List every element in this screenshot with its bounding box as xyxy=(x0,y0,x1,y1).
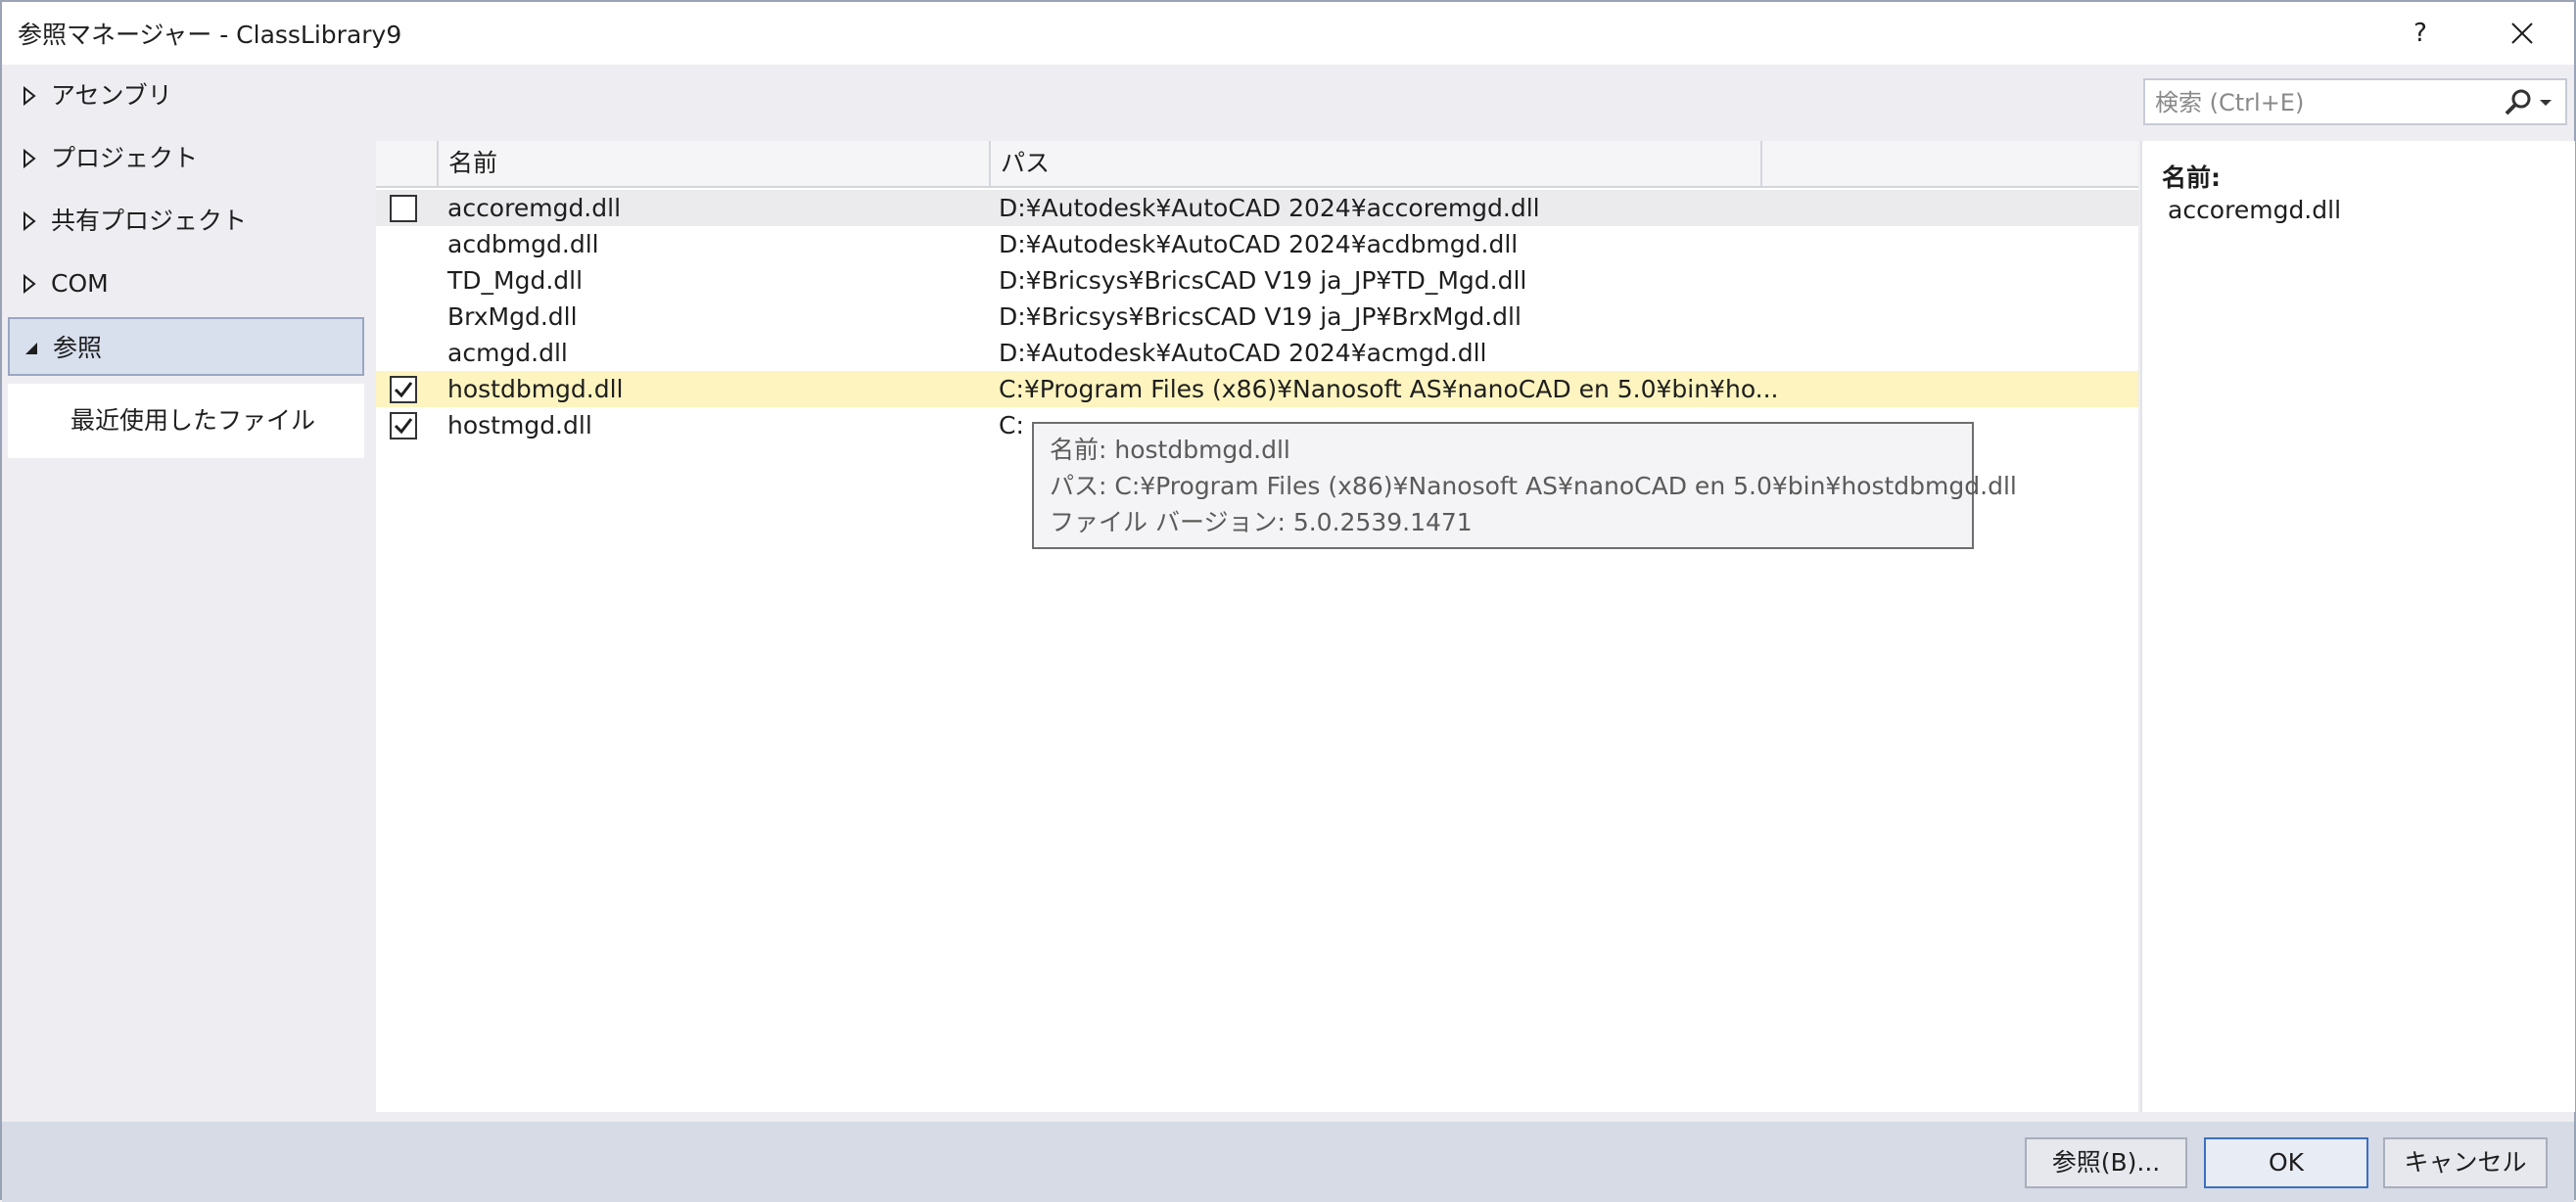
table-row[interactable]: acdbmgd.dll D:¥Autodesk¥AutoCAD 2024¥acd… xyxy=(376,226,2138,262)
row-path: D:¥Autodesk¥AutoCAD 2024¥acmgd.dll xyxy=(999,339,1487,367)
search-input[interactable] xyxy=(2155,86,2478,119)
ok-button[interactable]: OK xyxy=(2204,1137,2368,1188)
expand-triangle-icon xyxy=(23,86,36,106)
nav-item-assemblies[interactable]: アセンブリ xyxy=(8,67,364,125)
nav-item-com[interactable]: COM xyxy=(8,254,364,313)
browse-button[interactable]: 参照(B)... xyxy=(2025,1137,2187,1188)
nav-item-shared-projects[interactable]: 共有プロジェクト xyxy=(8,192,364,251)
chevron-down-icon[interactable] xyxy=(2539,98,2553,108)
close-button[interactable] xyxy=(2493,10,2552,57)
table-row[interactable]: accoremgd.dll D:¥Autodesk¥AutoCAD 2024¥a… xyxy=(376,190,2138,226)
search-box[interactable] xyxy=(2143,78,2567,125)
window-title: 参照マネージャー - ClassLibrary9 xyxy=(18,21,402,49)
column-header-path[interactable]: パス xyxy=(991,141,1762,186)
row-tooltip: 名前: hostdbmgd.dll パス: C:¥Program Files (… xyxy=(1032,422,2017,549)
checkbox-checked-icon[interactable] xyxy=(390,376,417,403)
table-row[interactable]: hostdbmgd.dll C:¥Program Files (x86)¥Nan… xyxy=(376,371,2138,407)
expand-triangle-icon xyxy=(23,211,36,231)
tooltip-name: 名前: hostdbmgd.dll xyxy=(1050,436,1290,464)
category-nav: アセンブリ プロジェクト 共有プロジェクト COM 参照 最近使用したファイル xyxy=(2,65,368,1122)
nav-item-label: 共有プロジェクト xyxy=(51,207,248,235)
expand-triangle-icon xyxy=(23,274,36,294)
details-pane: 名前: accoremgd.dll xyxy=(2140,141,2575,1112)
details-name-value: accoremgd.dll xyxy=(2168,196,2342,224)
close-icon xyxy=(2511,23,2533,44)
nav-item-label: COM xyxy=(51,269,109,298)
list-header: 名前 パス xyxy=(376,141,2138,188)
row-path: D:¥Bricsys¥BricsCAD V19 ja_JP¥BrxMgd.dll xyxy=(999,302,1522,331)
tooltip-version: ファイル バージョン: 5.0.2539.1471 xyxy=(1050,508,1473,536)
checkbox-unchecked-icon[interactable] xyxy=(390,195,417,222)
help-button[interactable]: ? xyxy=(2391,10,2450,57)
nav-item-recent-files[interactable]: 最近使用したファイル xyxy=(8,384,364,458)
table-row[interactable]: BrxMgd.dll D:¥Bricsys¥BricsCAD V19 ja_JP… xyxy=(376,299,2138,335)
row-name: acmgd.dll xyxy=(447,339,568,367)
nav-item-label: プロジェクト xyxy=(51,144,199,172)
reference-list: 名前 パス accoremgd.dll D:¥Autodesk¥AutoCAD … xyxy=(376,141,2138,1112)
search-icon[interactable] xyxy=(2504,88,2533,117)
checkbox-checked-icon[interactable] xyxy=(390,412,417,439)
row-name: accoremgd.dll xyxy=(447,194,622,222)
row-path: D:¥Autodesk¥AutoCAD 2024¥acdbmgd.dll xyxy=(999,230,1519,258)
row-name: hostmgd.dll xyxy=(447,411,592,439)
nav-item-browse[interactable]: 参照 xyxy=(8,317,364,376)
row-name: TD_Mgd.dll xyxy=(447,266,584,295)
reference-manager-dialog: 参照マネージャー - ClassLibrary9 ? アセンブリ プロジェクト … xyxy=(0,0,2576,1202)
row-path: D:¥Autodesk¥AutoCAD 2024¥accoremgd.dll xyxy=(999,194,1540,222)
details-name-label: 名前: xyxy=(2162,163,2221,192)
nav-item-label: 参照 xyxy=(53,334,103,362)
row-name: acdbmgd.dll xyxy=(447,230,599,258)
title-bar: 参照マネージャー - ClassLibrary9 ? xyxy=(2,2,2574,65)
row-path: C:¥Program Files (x86)¥Nanosoft AS¥nanoC… xyxy=(999,375,1779,403)
table-row[interactable]: acmgd.dll D:¥Autodesk¥AutoCAD 2024¥acmgd… xyxy=(376,335,2138,371)
row-name: hostdbmgd.dll xyxy=(447,375,624,403)
expand-triangle-icon xyxy=(23,149,36,168)
dialog-footer: 参照(B)... OK キャンセル xyxy=(2,1122,2574,1202)
column-header-check[interactable] xyxy=(376,141,439,186)
nav-item-projects[interactable]: プロジェクト xyxy=(8,129,364,188)
column-header-name[interactable]: 名前 xyxy=(439,141,991,186)
row-name: BrxMgd.dll xyxy=(447,302,578,331)
tooltip-path: パス: C:¥Program Files (x86)¥Nanosoft AS¥n… xyxy=(1050,472,2017,500)
table-row[interactable]: TD_Mgd.dll D:¥Bricsys¥BricsCAD V19 ja_JP… xyxy=(376,262,2138,299)
row-path: D:¥Bricsys¥BricsCAD V19 ja_JP¥TD_Mgd.dll xyxy=(999,266,1527,295)
nav-item-label: アセンブリ xyxy=(51,81,172,110)
collapse-triangle-icon xyxy=(25,343,37,354)
cancel-button[interactable]: キャンセル xyxy=(2383,1137,2548,1188)
